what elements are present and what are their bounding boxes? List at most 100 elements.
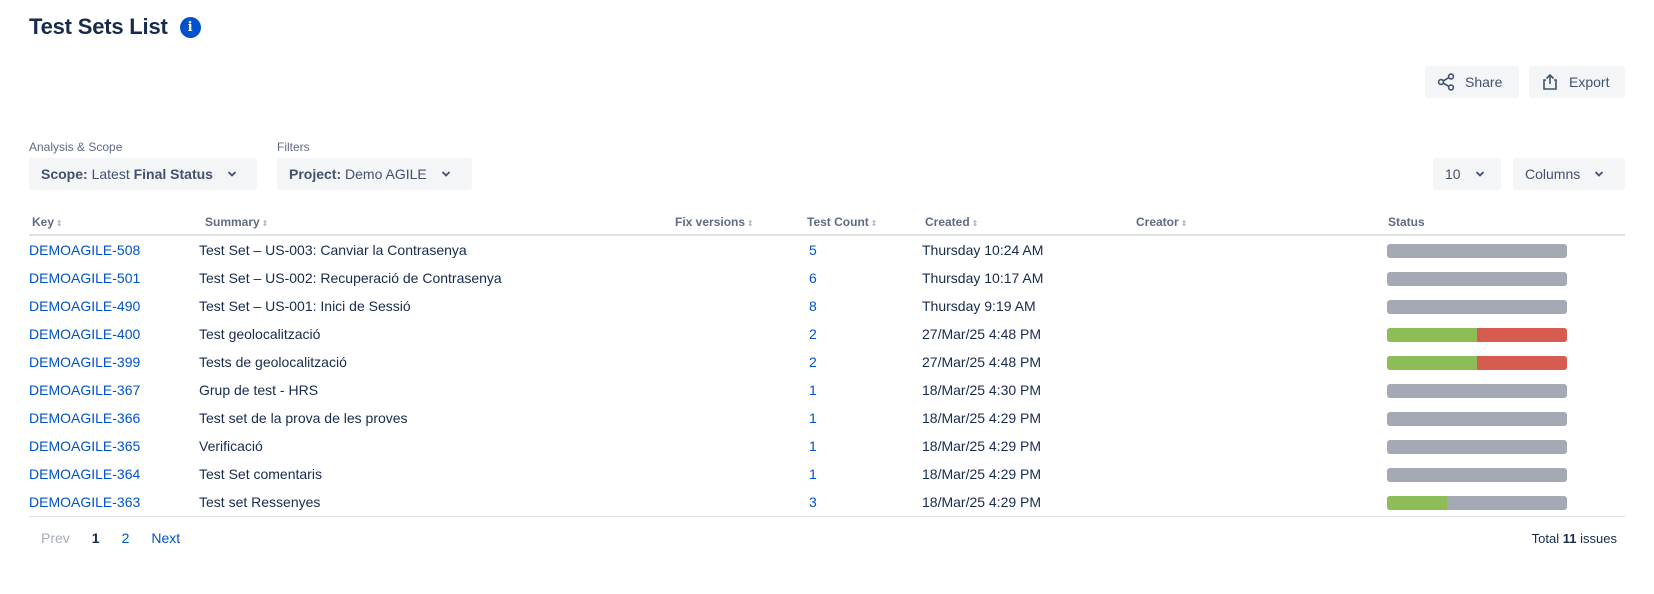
table-row[interactable]: DEMOAGILE-508 Test Set – US-003: Canviar … — [29, 236, 1625, 264]
cell-test-count[interactable]: 5 — [809, 242, 817, 258]
cell-test-count[interactable]: 1 — [809, 410, 817, 426]
sort-icon: ⇕ — [747, 219, 754, 228]
cell-summary: Test Set – US-001: Inici de Sessió — [199, 298, 411, 314]
cell-key[interactable]: DEMOAGILE-490 — [29, 298, 140, 314]
cell-created: Thursday 10:17 AM — [922, 270, 1044, 286]
cell-created: 18/Mar/25 4:29 PM — [922, 466, 1042, 482]
cell-key[interactable]: DEMOAGILE-363 — [29, 494, 140, 510]
project-filter-dropdown[interactable]: Project: Demo AGILE — [277, 158, 472, 190]
col-header-created[interactable]: Created ⇕ — [925, 215, 978, 229]
status-progress-bar[interactable] — [1387, 328, 1567, 342]
col-header-status: Status — [1388, 215, 1425, 229]
scope-key: Scope: — [41, 166, 88, 182]
sort-icon: ⇕ — [1180, 219, 1188, 228]
cell-summary: Verificació — [199, 438, 263, 454]
table-row[interactable]: DEMOAGILE-399 Tests de geolocalització 2 27… — [29, 348, 1625, 376]
scope-value-bold: Final Status — [133, 166, 213, 182]
next-page-button[interactable]: Next — [151, 530, 180, 546]
cell-key[interactable]: DEMOAGILE-366 — [29, 410, 140, 426]
page-title: Test Sets List — [29, 14, 168, 39]
cell-key[interactable]: DEMOAGILE-501 — [29, 270, 140, 286]
cell-created: Thursday 9:19 AM — [922, 298, 1036, 314]
analysis-scope-label: Analysis & Scope — [29, 140, 123, 154]
status-progress-bar[interactable] — [1387, 468, 1567, 482]
cell-test-count[interactable]: 8 — [809, 298, 817, 314]
cell-test-count[interactable]: 1 — [809, 382, 817, 398]
col-header-summary[interactable]: Summary ⇕ — [205, 215, 268, 229]
chevron-down-icon — [1475, 171, 1484, 177]
table-bottom-divider — [29, 516, 1625, 517]
table-row[interactable]: DEMOAGILE-501 Test Set – US-002: Recupera… — [29, 264, 1625, 292]
test-sets-table: Key ⇕ Summary ⇕ Fix versions ⇕ Test Count ⇕ … — [29, 212, 1625, 517]
columns-dropdown[interactable]: Columns — [1513, 158, 1625, 190]
cell-test-count[interactable]: 2 — [809, 326, 817, 342]
cell-key[interactable]: DEMOAGILE-400 — [29, 326, 140, 342]
table-row[interactable]: DEMOAGILE-366 Test set de la prova de les… — [29, 404, 1625, 432]
cell-test-count[interactable]: 3 — [809, 494, 817, 510]
status-progress-bar[interactable] — [1387, 384, 1567, 398]
cell-summary: Test geolocalització — [199, 326, 321, 342]
table-row[interactable]: DEMOAGILE-400 Test geolocalització 2 27/Mar… — [29, 320, 1625, 348]
table-body: DEMOAGILE-508 Test Set – US-003: Canviar … — [29, 236, 1625, 516]
scope-dropdown[interactable]: Scope: Latest Final Status — [29, 158, 257, 190]
prev-page-button[interactable]: Prev — [41, 530, 70, 546]
share-icon — [1437, 73, 1455, 91]
status-progress-bar[interactable] — [1387, 272, 1567, 286]
col-header-fix-versions[interactable]: Fix versions ⇕ — [675, 215, 754, 229]
cell-created: 27/Mar/25 4:48 PM — [922, 326, 1042, 342]
table-header: Key ⇕ Summary ⇕ Fix versions ⇕ Test Count ⇕ … — [29, 212, 1625, 236]
cell-summary: Test Set – US-003: Canviar la Contraseny… — [199, 242, 467, 258]
sort-icon: ⇕ — [261, 219, 269, 228]
columns-label: Columns — [1525, 166, 1581, 182]
cell-key[interactable]: DEMOAGILE-364 — [29, 466, 140, 482]
cell-test-count[interactable]: 2 — [809, 354, 817, 370]
cell-key[interactable]: DEMOAGILE-365 — [29, 438, 140, 454]
page-size-dropdown[interactable]: 10 — [1433, 158, 1501, 190]
filters-label: Filters — [277, 140, 310, 154]
col-header-creator[interactable]: Creator ⇕ — [1136, 215, 1187, 229]
table-row[interactable]: DEMOAGILE-490 Test Set – US-001: Inici de… — [29, 292, 1625, 320]
page-2-button[interactable]: 2 — [122, 530, 130, 546]
cell-created: Thursday 10:24 AM — [922, 242, 1044, 258]
col-header-key[interactable]: Key ⇕ — [32, 215, 63, 229]
table-row[interactable]: DEMOAGILE-367 Grup de test - HRS 1 18/Mar/2… — [29, 376, 1625, 404]
share-button[interactable]: Share — [1425, 66, 1519, 98]
page-1-button[interactable]: 1 — [92, 530, 100, 546]
export-label: Export — [1569, 74, 1610, 90]
info-icon[interactable]: i — [179, 16, 201, 38]
cell-summary: Test Set – US-002: Recuperació de Contra… — [199, 270, 502, 286]
status-progress-bar[interactable] — [1387, 244, 1567, 258]
status-progress-bar[interactable] — [1387, 356, 1567, 370]
status-progress-bar[interactable] — [1387, 440, 1567, 454]
table-row[interactable]: DEMOAGILE-365 Verificació 1 18/Mar/25 4:29 … — [29, 432, 1625, 460]
cell-summary: Tests de geolocalització — [199, 354, 347, 370]
sort-icon: ⇕ — [971, 219, 979, 228]
status-progress-bar[interactable] — [1387, 496, 1567, 510]
table-row[interactable]: DEMOAGILE-363 Test set Ressenyes 3 18/Mar/2… — [29, 488, 1625, 516]
cell-key[interactable]: DEMOAGILE-399 — [29, 354, 140, 370]
total-issues: Total 11 issues — [1531, 531, 1617, 546]
col-header-test-count[interactable]: Test Count ⇕ — [807, 215, 877, 229]
cell-summary: Test set Ressenyes — [199, 494, 321, 510]
cell-test-count[interactable]: 1 — [809, 438, 817, 454]
cell-created: 18/Mar/25 4:30 PM — [922, 382, 1042, 398]
sort-icon: ⇕ — [870, 219, 878, 228]
sort-icon: ⇕ — [56, 219, 63, 228]
export-button[interactable]: Export — [1529, 66, 1625, 98]
cell-key[interactable]: DEMOAGILE-367 — [29, 382, 140, 398]
status-pass-segment — [1387, 496, 1447, 510]
status-progress-bar[interactable] — [1387, 300, 1567, 314]
chevron-down-icon — [227, 171, 237, 177]
cell-test-count[interactable]: 1 — [809, 466, 817, 482]
cell-key[interactable]: DEMOAGILE-508 — [29, 242, 140, 258]
table-row[interactable]: DEMOAGILE-364 Test Set comentaris 1 18/Mar/… — [29, 460, 1625, 488]
status-fail-segment — [1477, 356, 1567, 370]
cell-test-count[interactable]: 6 — [809, 270, 817, 286]
cell-created: 18/Mar/25 4:29 PM — [922, 410, 1042, 426]
status-progress-bar[interactable] — [1387, 412, 1567, 426]
cell-created: 18/Mar/25 4:29 PM — [922, 438, 1042, 454]
status-fail-segment — [1477, 328, 1567, 342]
scope-value-prefix: Latest — [91, 166, 130, 182]
cell-summary: Grup de test - HRS — [199, 382, 319, 398]
cell-summary: Test set de la prova de les proves — [199, 410, 408, 426]
